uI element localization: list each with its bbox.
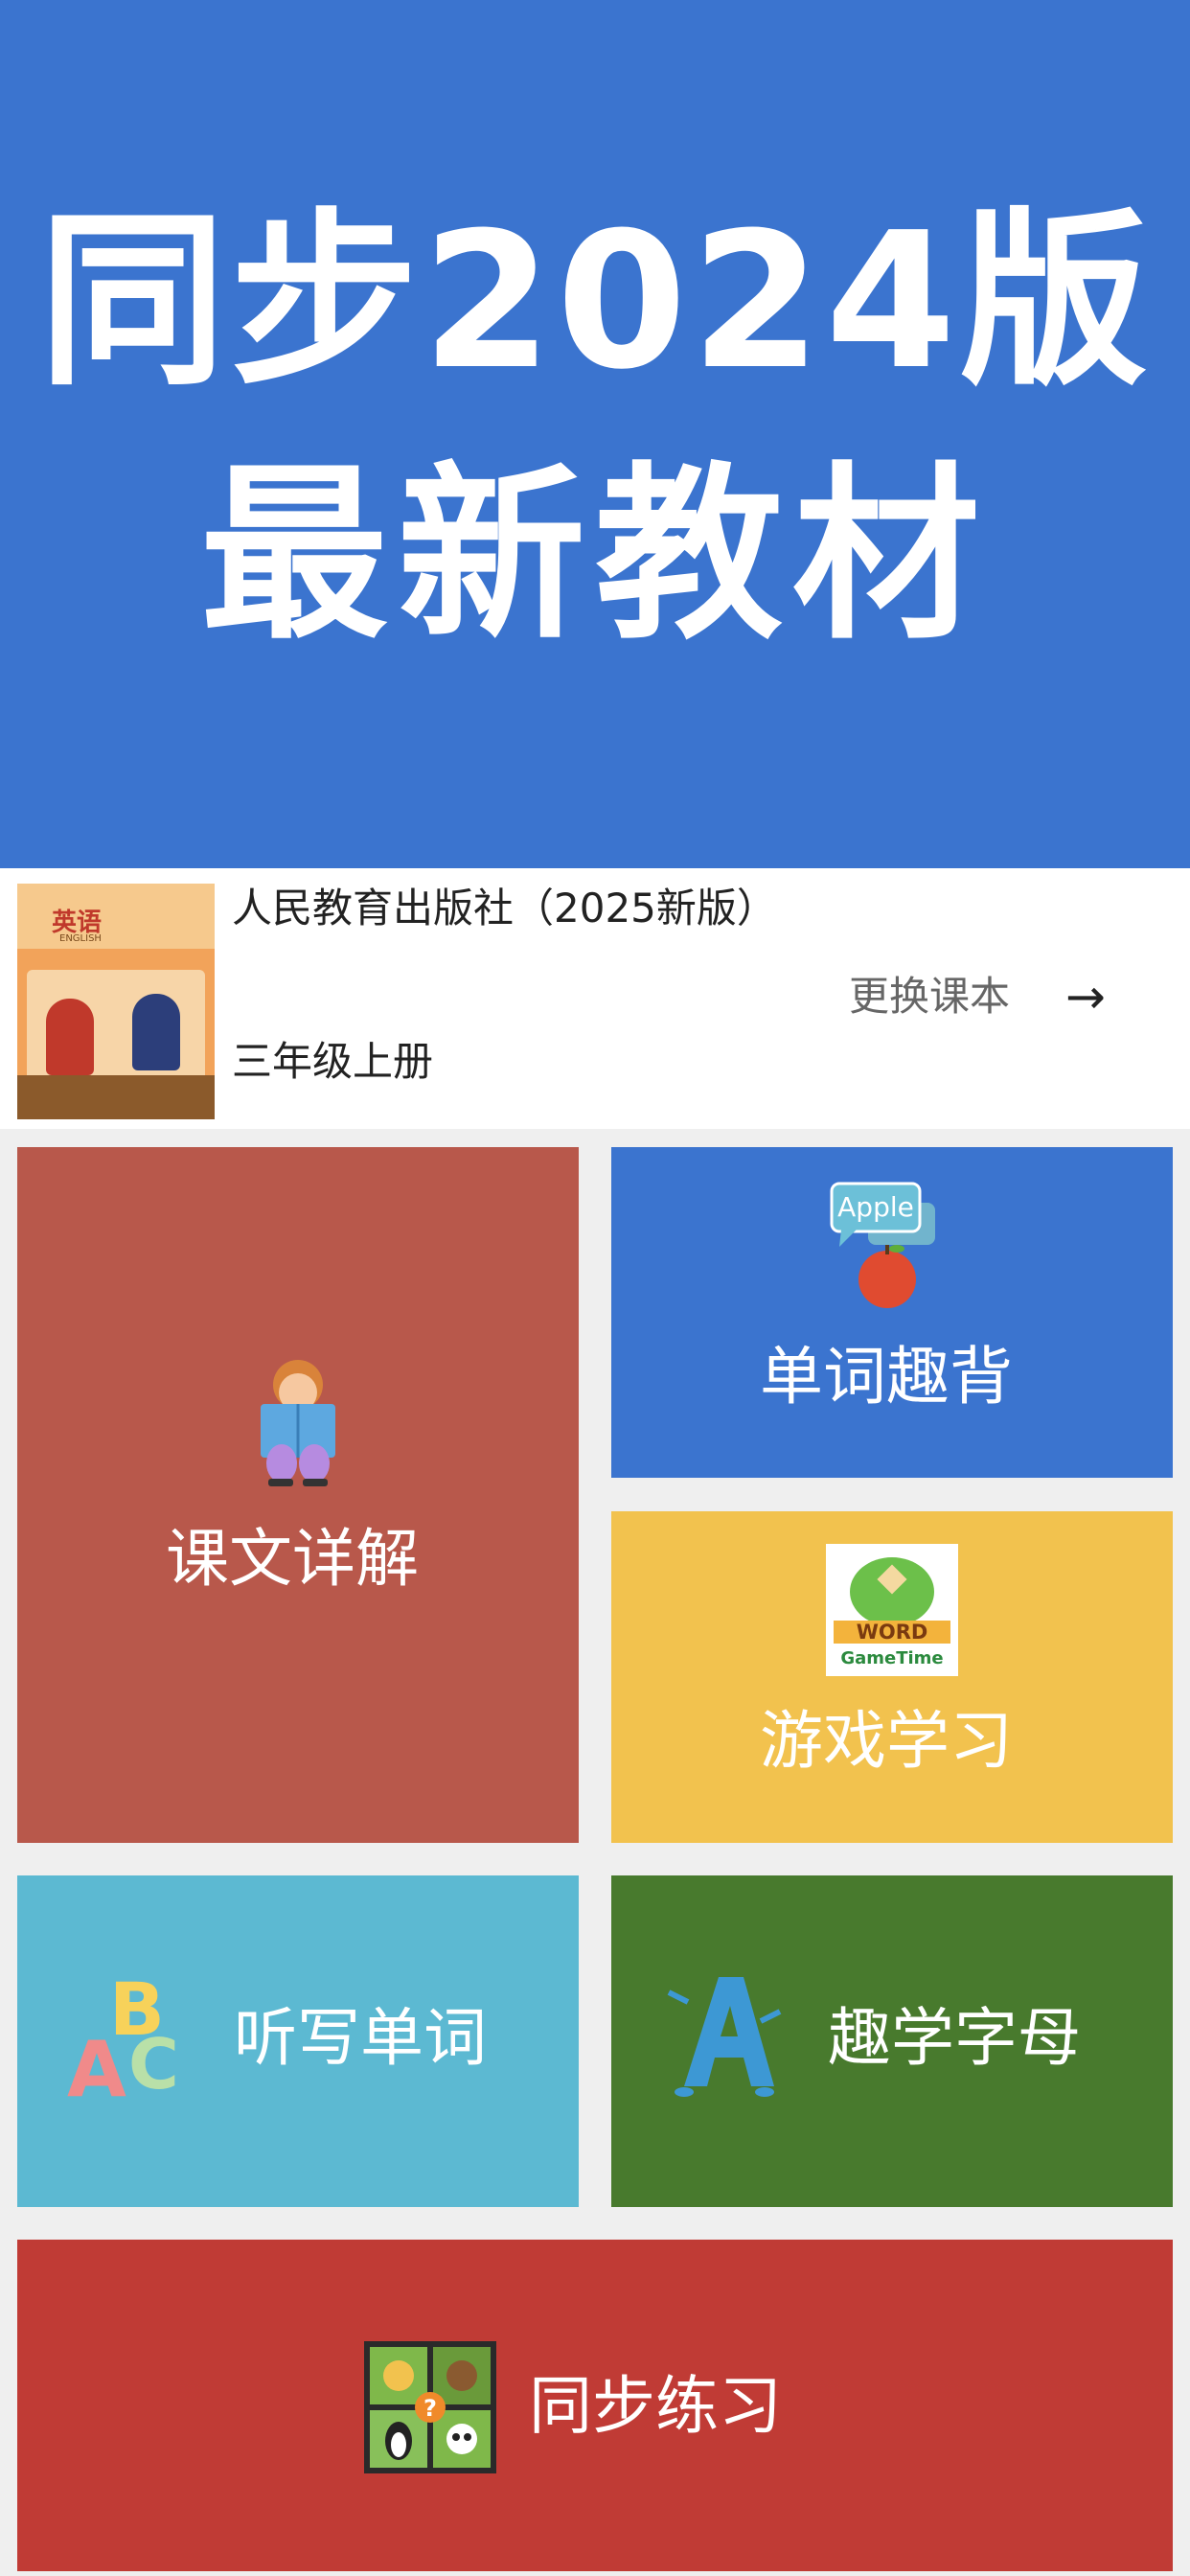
hero-title-line2: 最新教材: [199, 447, 990, 665]
girl-reading-icon: [261, 1360, 335, 1486]
word-gametime-icon: WORD GameTime: [826, 1544, 958, 1676]
tile-game-study[interactable]: WORD GameTime 游戏学习: [611, 1511, 1173, 1843]
tile-game-study-label: 游戏学习: [760, 1704, 1013, 1778]
textbook-cover: 英语 ENGLISH: [17, 884, 215, 1119]
apple-icon-text: Apple: [837, 1191, 914, 1223]
tile-dictation-label: 听写单词: [234, 2001, 487, 2075]
abc-letters-icon: B A C: [67, 1977, 179, 2102]
tile-text-detail[interactable]: 课文详解: [17, 1147, 579, 1843]
tile-text-detail-label: 课文详解: [166, 1522, 419, 1596]
textbook-card[interactable]: 英语 ENGLISH 人民教育出版社（2025新版） 三年级上册 更换课本 →: [0, 868, 1190, 1129]
hero-banner: 同步2024版 最新教材: [0, 0, 1190, 868]
arrow-right-icon[interactable]: →: [1065, 968, 1106, 1025]
svg-text:?: ?: [423, 2395, 437, 2422]
svg-text:C: C: [128, 2024, 179, 2102]
hero-title-line1: 同步2024版: [38, 193, 1152, 411]
tile-word-memorize-label: 单词趣背: [760, 1340, 1013, 1414]
change-textbook-button[interactable]: 更换课本: [849, 968, 1010, 1025]
tile-dictation[interactable]: B A C 听写单词: [17, 1875, 579, 2207]
tile-practice-label: 同步练习: [529, 2369, 782, 2443]
tile-practice[interactable]: ? 同步练习: [17, 2240, 1173, 2571]
letter-a-icon: [667, 1977, 782, 2097]
tile-alphabet[interactable]: 趣学字母: [611, 1875, 1173, 2207]
publisher-name: 人民教育出版社（2025新版）: [232, 885, 777, 932]
gametime-icon-text: GameTime: [840, 1648, 943, 1668]
word-icon-text: WORD: [857, 1621, 928, 1644]
animal-grid-icon: ?: [364, 2341, 496, 2473]
tile-alphabet-label: 趣学字母: [828, 2001, 1081, 2075]
grade-label: 三年级上册: [232, 1038, 434, 1085]
cover-subtitle: ENGLISH: [59, 933, 102, 944]
tile-word-memorize[interactable]: Apple 单词趣背: [611, 1147, 1173, 1478]
apple-speech-icon: Apple: [830, 1182, 935, 1308]
svg-text:A: A: [67, 2025, 126, 2102]
